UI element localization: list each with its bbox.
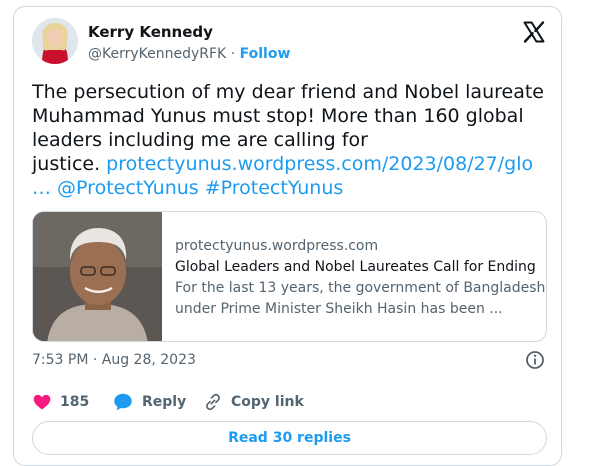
author-name[interactable]: Kerry Kennedy <box>88 22 213 42</box>
avatar-image <box>32 18 78 64</box>
reply-action[interactable]: Reply <box>112 390 186 414</box>
hashtag-link[interactable]: #ProtectYunus <box>205 177 344 199</box>
x-logo-icon[interactable] <box>522 20 546 44</box>
chain-link-icon <box>206 393 220 411</box>
tweet-line: justice. protectyunus.wordpress.com/2023… <box>32 152 533 176</box>
link-preview-description: under Prime Minister Sheikh Hasin has be… <box>175 301 503 317</box>
tweet-text: The persecution of my dear friend and No… <box>32 80 544 200</box>
like-action[interactable]: 185 <box>32 390 89 414</box>
tweet-line: The persecution of my dear friend and No… <box>32 81 544 103</box>
tweet-line: … @ProtectYunus #ProtectYunus <box>32 176 532 200</box>
tweet-timestamp[interactable]: 7:53 PM · Aug 28, 2023 <box>32 350 196 370</box>
author-handle-row: @KerryKennedyRFK · Follow <box>88 44 290 64</box>
info-icon[interactable] <box>525 350 545 370</box>
link-preview-thumbnail <box>33 212 162 341</box>
tweet-line: leaders including me are calling for <box>32 129 368 151</box>
tweet-url-link[interactable]: protectyunus.wordpress.com/2023/08/27/gl… <box>106 153 533 175</box>
like-count: 185 <box>60 394 90 410</box>
url-ellipsis[interactable]: … <box>32 177 51 199</box>
speech-bubble-icon <box>114 393 132 411</box>
heart-icon <box>33 394 51 410</box>
link-preview-title: Global Leaders and Nobel Laureates Call … <box>175 259 540 275</box>
link-preview-card[interactable]: protectyunus.wordpress.com Global Leader… <box>32 211 547 342</box>
mention-link[interactable]: @ProtectYunus <box>57 177 199 199</box>
handle-separator: · <box>230 46 236 62</box>
link-preview-description: For the last 13 years, the government of… <box>175 280 546 296</box>
tweet-line: Muhammad Yunus must stop! More than 160 … <box>32 105 524 127</box>
link-preview-text: protectyunus.wordpress.com Global Leader… <box>175 236 546 320</box>
copy-link-action[interactable]: Copy link <box>203 390 304 414</box>
follow-button[interactable]: Follow <box>240 46 291 62</box>
copy-link-label: Copy link <box>231 394 304 410</box>
author-handle[interactable]: @KerryKennedyRFK <box>88 46 226 62</box>
tweet-line-text: justice. <box>32 153 107 175</box>
author-avatar[interactable] <box>32 18 78 64</box>
link-preview-domain: protectyunus.wordpress.com <box>175 238 379 254</box>
reply-label: Reply <box>142 394 187 410</box>
